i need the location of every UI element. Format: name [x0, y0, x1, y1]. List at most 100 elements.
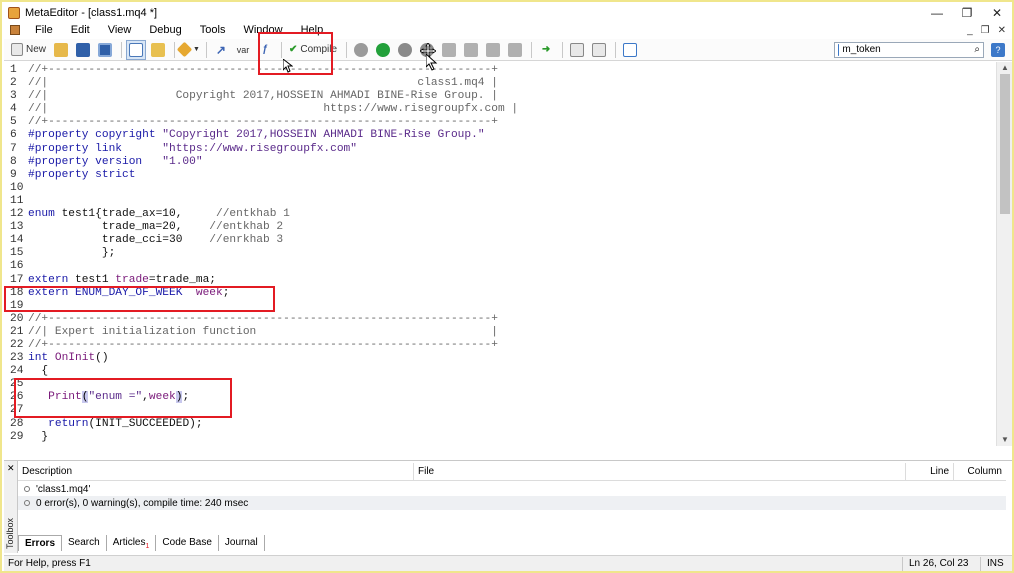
find-button[interactable]: [589, 40, 609, 60]
code-token: #property copyright: [28, 129, 163, 142]
menu-tools[interactable]: Tools: [191, 24, 235, 36]
table-row[interactable]: 0 error(s), 0 warning(s), compile time: …: [18, 496, 1006, 510]
menu-file[interactable]: File: [26, 24, 62, 36]
save-all-button[interactable]: [95, 40, 115, 60]
document-menu-icon[interactable]: [10, 25, 20, 35]
code-line[interactable]: 16: [10, 260, 994, 273]
save-all-icon: [98, 42, 113, 57]
toolbox-button[interactable]: [148, 40, 168, 60]
code-line[interactable]: 29 }: [10, 431, 994, 444]
vertical-scrollbar[interactable]: ▲ ▼: [996, 62, 1012, 446]
dropdown-arrow-icon: ▼: [193, 46, 200, 53]
code-line[interactable]: 23 int OnInit(): [10, 352, 994, 365]
code-line[interactable]: 8 #property version "1.00": [10, 156, 994, 169]
line-number: 20: [10, 312, 24, 325]
code-line[interactable]: 14 trade_cci=30 //enrkhab 3: [10, 234, 994, 247]
highlight-box-compile: [258, 32, 333, 75]
table-row[interactable]: 'class1.mq4': [18, 482, 1006, 496]
insert-variable-button[interactable]: var: [233, 40, 253, 60]
mdi-close-button[interactable]: ✕: [998, 25, 1006, 36]
scroll-up-icon[interactable]: ▲: [997, 62, 1012, 74]
code-line[interactable]: 24 {: [10, 365, 994, 378]
column-description[interactable]: Description: [18, 462, 414, 481]
tab-code-base[interactable]: Code Base: [156, 535, 219, 551]
menu-edit[interactable]: Edit: [62, 24, 99, 36]
tab-search[interactable]: Search: [62, 535, 107, 551]
code-line[interactable]: 13 trade_ma=20, //entkhab 2: [10, 221, 994, 234]
tab-articles-label: Articles: [112, 537, 146, 548]
column-file[interactable]: File: [414, 462, 906, 481]
mdi-minimize-button[interactable]: _: [967, 25, 973, 36]
close-button[interactable]: ✕: [982, 4, 1012, 22]
new-button[interactable]: New: [8, 40, 49, 60]
step-into-button[interactable]: [439, 40, 459, 60]
code-line[interactable]: 3 //| Copyright 2017,HOSSEIN AHMADI BINE-…: [10, 90, 994, 103]
code-line[interactable]: 2 //| class1.mq4 |: [10, 77, 994, 90]
insert-method-button[interactable]: ↗: [211, 40, 231, 60]
code-line[interactable]: 15 };: [10, 247, 994, 260]
new-file-icon: [11, 43, 23, 56]
step-out-button[interactable]: [483, 40, 503, 60]
code-token: "Copyright 2017,HOSSEIN AHMADI BINE-Rise…: [162, 129, 485, 142]
toolbar-separator: [562, 41, 564, 58]
code-line[interactable]: 28 return(INIT_SUCCEEDED);: [10, 418, 994, 431]
line-number: 8: [10, 155, 17, 168]
toolbar-separator: [205, 41, 207, 58]
code-token: OnInit: [54, 352, 96, 365]
go-button[interactable]: ➜: [536, 40, 556, 60]
code-line[interactable]: 11: [10, 195, 994, 208]
scroll-thumb[interactable]: [1000, 74, 1010, 214]
code-line[interactable]: 1//+------------------------------------…: [10, 64, 994, 77]
code-line[interactable]: 12 enum test1{trade_ax=10, //entkhab 1: [10, 208, 994, 221]
search-type-icon: [838, 43, 840, 56]
step-over-button[interactable]: [461, 40, 481, 60]
code-line[interactable]: 6 #property copyright "Copyright 2017,HOS…: [10, 129, 994, 142]
toolbox-panel: ✕ Toolbox Description File Line Column '…: [4, 460, 1012, 553]
styler-button[interactable]: ▼: [176, 40, 200, 60]
column-column[interactable]: Column: [954, 463, 1006, 481]
menu-view[interactable]: View: [99, 24, 141, 36]
tab-articles[interactable]: Articles1: [107, 535, 157, 551]
code-line[interactable]: 4 //| https://www.risegroupfx.com |: [10, 103, 994, 116]
start-debug-button[interactable]: [373, 40, 393, 60]
terminal-button[interactable]: [620, 40, 640, 60]
scroll-down-icon[interactable]: ▼: [997, 434, 1012, 446]
search-icon[interactable]: ⌕: [974, 44, 980, 55]
minimize-button[interactable]: —: [922, 4, 952, 22]
code-line[interactable]: 17 extern test1 trade=trade_ma;: [10, 274, 994, 287]
code-token: //| Copyright 2017,HOSSEIN AHMADI BINE-R…: [28, 90, 498, 103]
step-out-icon: [486, 42, 501, 57]
start-debug-history-button[interactable]: [351, 40, 371, 60]
maximize-button[interactable]: ❐: [952, 4, 982, 22]
code-line[interactable]: 20 //+-----------------------------------…: [10, 313, 994, 326]
code-line[interactable]: 5 //+------------------------------------…: [10, 116, 994, 129]
navigator-button[interactable]: [126, 39, 147, 60]
mdi-restore-button[interactable]: ❐: [981, 25, 990, 36]
code-line[interactable]: 22 //+-----------------------------------…: [10, 339, 994, 352]
mouse-cursor-icon: [283, 59, 293, 73]
code-line[interactable]: 10: [10, 182, 994, 195]
step-back-button[interactable]: [505, 40, 525, 60]
help-button[interactable]: ?: [988, 40, 1008, 60]
open-button[interactable]: [51, 40, 71, 60]
panel-tabs: Errors Search Articles1 Code Base Journa…: [18, 535, 265, 551]
code-line[interactable]: 9 #property strict: [10, 169, 994, 182]
code-line[interactable]: 21 //| Expert initialization function |: [10, 326, 994, 339]
code-token: //+-------------------------------------…: [28, 338, 498, 351]
copy-button[interactable]: [567, 40, 587, 60]
tab-errors[interactable]: Errors: [18, 535, 63, 551]
code-token: //| Expert initialization function |: [28, 325, 498, 338]
app-window: MetaEditor - [class1.mq4 *] — ❐ ✕ File E…: [0, 0, 1014, 573]
code-token: enum: [28, 208, 62, 221]
status-position: Ln 26, Col 23: [902, 556, 980, 571]
menu-debug[interactable]: Debug: [140, 24, 190, 36]
code-line[interactable]: 7 #property link "https://www.risegroupfx…: [10, 143, 994, 156]
save-button[interactable]: [73, 40, 93, 60]
close-panel-icon[interactable]: ✕: [7, 463, 15, 474]
search-input[interactable]: [842, 44, 975, 55]
column-line[interactable]: Line: [906, 462, 954, 481]
tab-journal[interactable]: Journal: [219, 535, 265, 551]
pause-button[interactable]: [395, 40, 415, 60]
code-token: #property strict: [28, 168, 136, 181]
